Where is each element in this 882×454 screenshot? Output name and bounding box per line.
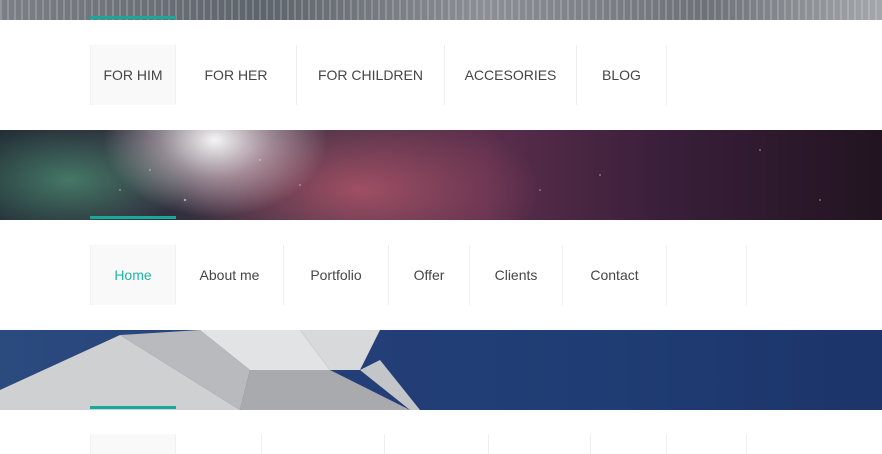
- nav-mid: Home About me Portfolio Offer Clients Co…: [0, 220, 882, 330]
- nav-item-home[interactable]: Home: [90, 245, 176, 305]
- nav-item-label: BLOG: [602, 67, 641, 83]
- nav-item-4[interactable]: [385, 434, 489, 454]
- sparkles-decoration: [0, 130, 882, 220]
- active-indicator-bottom: [90, 406, 176, 409]
- active-indicator-mid: [90, 216, 176, 219]
- nav-item-7[interactable]: [667, 434, 747, 454]
- active-indicator-top: [90, 16, 176, 19]
- nav-item-for-her[interactable]: FOR HER: [176, 45, 297, 105]
- nav-item-about-me[interactable]: About me: [176, 245, 284, 305]
- nav-item-for-children[interactable]: FOR CHILDREN: [297, 45, 445, 105]
- nav-item-blog[interactable]: BLOG: [577, 45, 667, 105]
- nav-item-label: Contact: [590, 267, 639, 283]
- nav-item-contact[interactable]: Contact: [563, 245, 667, 305]
- nav-item-label: Offer: [413, 267, 445, 283]
- nav-item-empty: [667, 245, 747, 305]
- nav-item-label: Portfolio: [310, 267, 362, 283]
- nav-item-6[interactable]: [591, 434, 667, 454]
- nav-item-label: ACCESORIES: [464, 67, 557, 83]
- nav-item-2[interactable]: [176, 434, 262, 454]
- nav-item-label: FOR HIM: [103, 67, 163, 83]
- nav-item-label: Clients: [494, 267, 538, 283]
- nav-bottom: [0, 410, 882, 454]
- nav-item-label: FOR HER: [204, 67, 268, 83]
- nav-item-portfolio[interactable]: Portfolio: [284, 245, 389, 305]
- nav-item-accesories[interactable]: ACCESORIES: [445, 45, 577, 105]
- nav-item-3[interactable]: [262, 434, 385, 454]
- nav-item-label: About me: [199, 267, 260, 283]
- nav-item-label: FOR CHILDREN: [317, 67, 423, 83]
- nav-item-clients[interactable]: Clients: [470, 245, 563, 305]
- nav-top: FOR HIM FOR HER FOR CHILDREN ACCESORIES …: [0, 20, 882, 130]
- nav-item-1[interactable]: [90, 434, 176, 454]
- banner-origami-image: [0, 330, 882, 410]
- nav-item-label: Home: [114, 267, 152, 283]
- nav-item-offer[interactable]: Offer: [389, 245, 470, 305]
- nav-item-5[interactable]: [489, 434, 591, 454]
- banner-space-image: [0, 130, 882, 220]
- nav-item-for-him[interactable]: FOR HIM: [90, 45, 176, 105]
- origami-crane-illustration: [0, 330, 420, 410]
